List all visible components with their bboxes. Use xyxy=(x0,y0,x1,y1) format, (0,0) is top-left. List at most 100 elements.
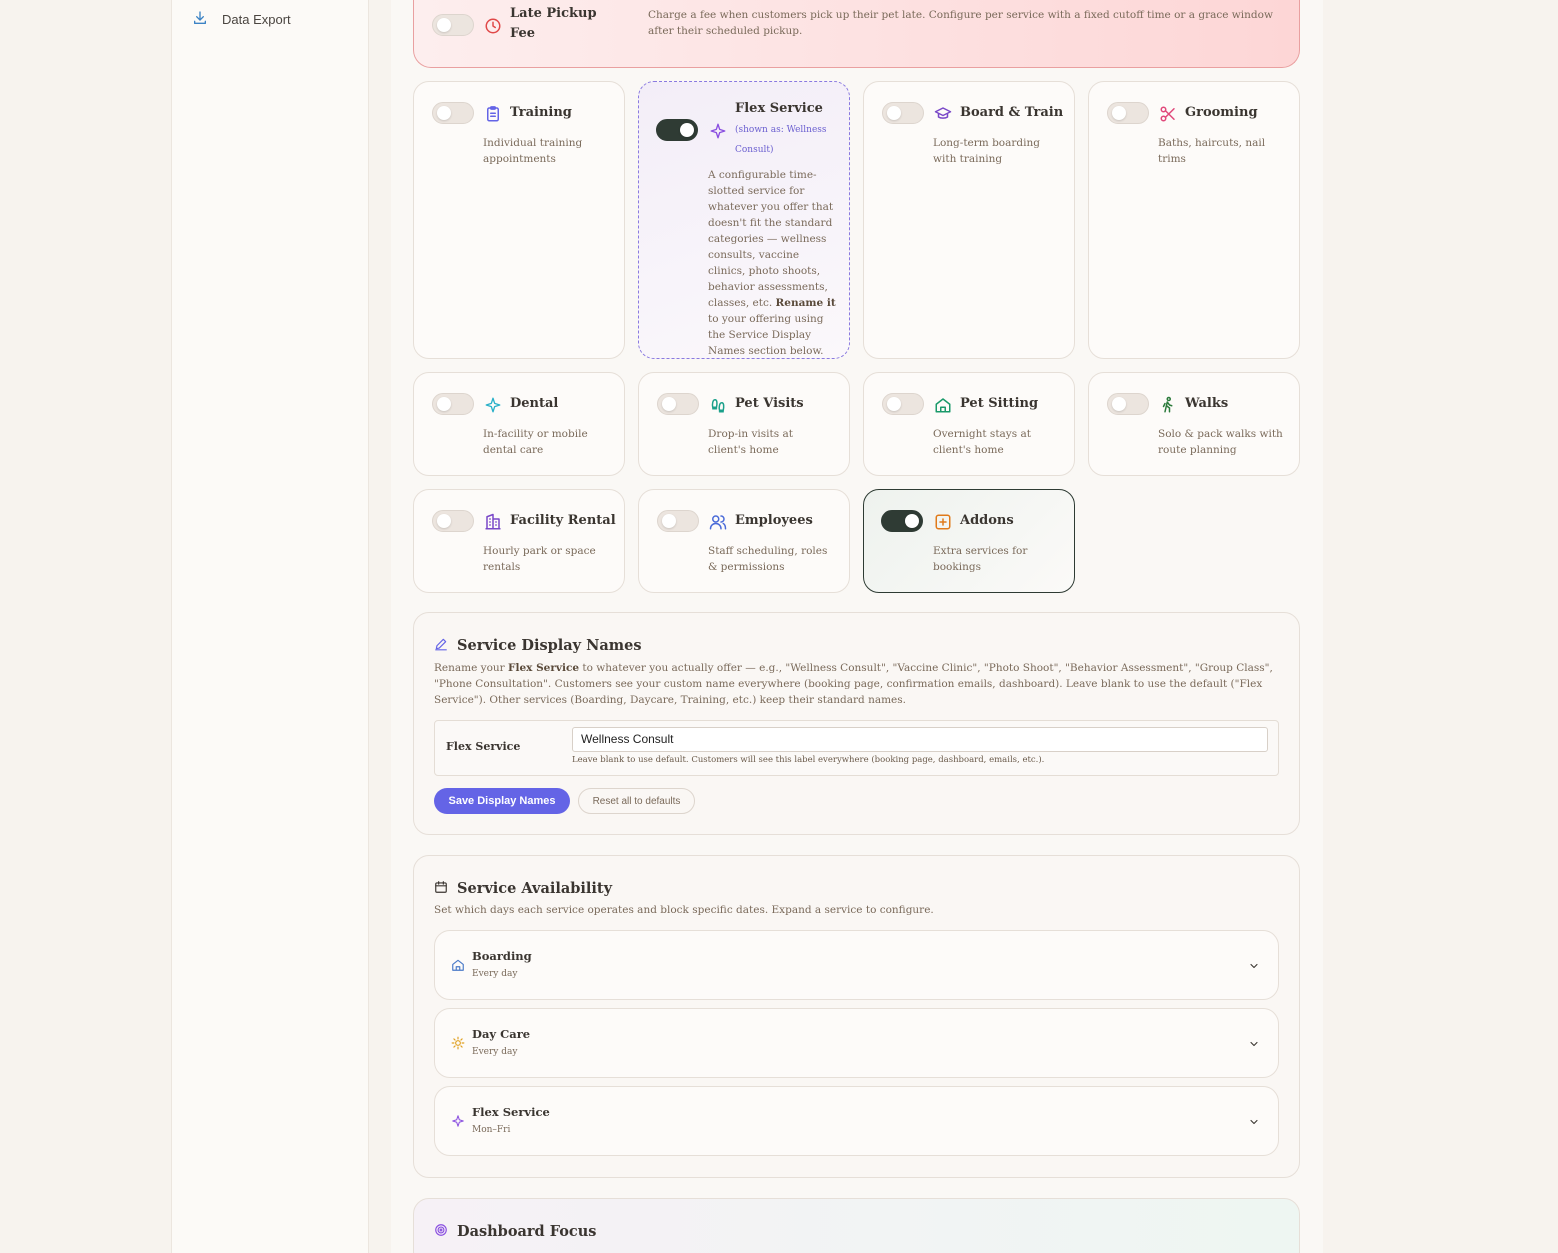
dashboard-focus-header: Dashboard Focus xyxy=(434,1222,596,1241)
service-display-names-intro: Rename your Flex Service to whatever you… xyxy=(434,662,1273,706)
service-availability-title: Service Availability xyxy=(457,880,613,897)
sun-icon xyxy=(451,1036,465,1050)
availability-row-day-care[interactable]: Day Care Every day xyxy=(434,1008,1279,1078)
service-availability-description: Set which days each service operates and… xyxy=(434,904,934,916)
service-availability-header: Service Availability xyxy=(434,879,612,898)
service-card-employees: Employees Staff scheduling, roles & perm… xyxy=(638,489,850,593)
availability-row-name: Flex Service xyxy=(472,1105,550,1119)
target-icon xyxy=(434,1222,448,1241)
pet-visits-title: Pet Visits xyxy=(735,396,804,411)
board-train-description: Long-term boarding with training xyxy=(933,137,1040,165)
flex-service-name-input[interactable]: Wellness Consult xyxy=(572,727,1268,752)
late-pickup-fee-toggle[interactable] xyxy=(432,14,474,36)
graduation-cap-icon xyxy=(934,105,952,123)
pet-visits-toggle[interactable] xyxy=(657,393,699,415)
training-title: Training xyxy=(510,105,572,120)
chevron-down-icon[interactable] xyxy=(1248,960,1260,972)
clipboard-icon xyxy=(484,105,502,123)
availability-row-schedule: Mon–Fri xyxy=(472,1125,511,1135)
grooming-description: Baths, haircuts, nail trims xyxy=(1158,137,1266,165)
sidebar-item-label: Data Export xyxy=(222,11,291,27)
availability-row-name: Boarding xyxy=(472,949,532,963)
employees-toggle[interactable] xyxy=(657,510,699,532)
late-pickup-fee-card: Late Pickup Fee Charge a fee when custom… xyxy=(413,0,1300,68)
dental-toggle[interactable] xyxy=(432,393,474,415)
training-toggle[interactable] xyxy=(432,102,474,124)
service-card-pet-visits: Pet Visits Drop-in visits at client's ho… xyxy=(638,372,850,476)
home-icon xyxy=(934,396,952,414)
availability-row-name: Day Care xyxy=(472,1027,531,1041)
flex-service-title: Flex Service xyxy=(735,101,823,116)
building-icon xyxy=(484,513,502,531)
board-train-title: Board & Train xyxy=(960,105,1064,120)
service-card-walks: Walks Solo & pack walks with route plann… xyxy=(1088,372,1300,476)
late-pickup-fee-title: Late Pickup Fee xyxy=(510,6,597,41)
facility-rental-title: Facility Rental xyxy=(510,513,616,528)
late-pickup-fee-description: Charge a fee when customers pick up thei… xyxy=(648,9,1273,37)
flex-service-shown-as: (shown as: Wellness Consult) xyxy=(735,125,827,155)
dashboard-focus-section: Dashboard Focus xyxy=(413,1198,1300,1253)
service-display-names-header: Service Display Names xyxy=(434,636,642,655)
grooming-toggle[interactable] xyxy=(1107,102,1149,124)
download-icon xyxy=(192,10,208,29)
availability-row-schedule: Every day xyxy=(472,1047,518,1057)
availability-row-schedule: Every day xyxy=(472,969,518,979)
walks-toggle[interactable] xyxy=(1107,393,1149,415)
flex-service-name-hint: Leave blank to use default. Customers wi… xyxy=(572,755,1045,765)
flex-service-toggle[interactable] xyxy=(656,119,698,141)
flex-service-name-row: Flex Service Wellness Consult Leave blan… xyxy=(434,720,1279,776)
calendar-icon xyxy=(434,879,448,898)
availability-row-boarding[interactable]: Boarding Every day xyxy=(434,930,1279,1000)
facility-rental-description: Hourly park or space rentals xyxy=(483,545,596,573)
sparkle-icon xyxy=(451,1114,465,1128)
dental-title: Dental xyxy=(510,396,559,411)
service-card-training: Training Individual training appointment… xyxy=(413,81,625,359)
walking-person-icon xyxy=(1159,396,1177,414)
service-card-pet-sitting: Pet Sitting Overnight stays at client's … xyxy=(863,372,1075,476)
main-content: Late Pickup Fee Charge a fee when custom… xyxy=(391,0,1323,1253)
sparkle-icon xyxy=(709,122,727,140)
grooming-title: Grooming xyxy=(1185,105,1258,120)
facility-rental-toggle[interactable] xyxy=(432,510,474,532)
addons-title: Addons xyxy=(960,513,1014,528)
walks-title: Walks xyxy=(1185,396,1229,411)
pencil-icon xyxy=(434,636,448,655)
walks-description: Solo & pack walks with route planning xyxy=(1158,428,1283,456)
scissors-icon xyxy=(1159,105,1177,123)
pet-visits-description: Drop-in visits at client's home xyxy=(708,428,793,456)
save-display-names-button[interactable]: Save Display Names xyxy=(434,788,570,814)
service-display-names-section: Service Display Names Rename your Flex S… xyxy=(413,612,1300,835)
employees-description: Staff scheduling, roles & permissions xyxy=(708,545,828,573)
service-card-board-train: Board & Train Long-term boarding with tr… xyxy=(863,81,1075,359)
training-description: Individual training appointments xyxy=(483,137,583,165)
pet-sitting-toggle[interactable] xyxy=(882,393,924,415)
reset-defaults-button[interactable]: Reset all to defaults xyxy=(578,788,695,814)
chevron-down-icon[interactable] xyxy=(1248,1038,1260,1050)
employees-title: Employees xyxy=(735,513,813,528)
service-card-facility-rental: Facility Rental Hourly park or space ren… xyxy=(413,489,625,593)
chevron-down-icon[interactable] xyxy=(1248,1116,1260,1128)
sidebar: Data Export xyxy=(171,0,369,1253)
users-icon xyxy=(709,513,727,531)
plus-square-icon xyxy=(934,513,952,531)
board-train-toggle[interactable] xyxy=(882,102,924,124)
sparkle-icon xyxy=(484,396,502,414)
dental-description: In-facility or mobile dental care xyxy=(483,428,588,456)
flex-service-name-label: Flex Service xyxy=(446,740,521,753)
addons-description: Extra services for bookings xyxy=(933,545,1028,573)
sidebar-item-data-export[interactable]: Data Export xyxy=(192,8,291,30)
footprints-icon xyxy=(709,396,727,414)
service-card-grooming: Grooming Baths, haircuts, nail trims xyxy=(1088,81,1300,359)
service-display-names-title: Service Display Names xyxy=(457,637,642,654)
service-card-dental: Dental In-facility or mobile dental care xyxy=(413,372,625,476)
pet-sitting-description: Overnight stays at client's home xyxy=(933,428,1031,456)
addons-toggle[interactable] xyxy=(881,510,923,532)
service-card-addons: Addons Extra services for bookings xyxy=(863,489,1075,593)
pet-sitting-title: Pet Sitting xyxy=(960,396,1039,411)
flex-service-description: A configurable time-slotted service for … xyxy=(708,169,836,357)
availability-row-flex-service[interactable]: Flex Service Mon–Fri xyxy=(434,1086,1279,1156)
service-availability-section: Service Availability Set which days each… xyxy=(413,855,1300,1178)
dashboard-focus-title: Dashboard Focus xyxy=(457,1223,597,1240)
home-icon xyxy=(451,958,465,972)
service-card-flex: Flex Service (shown as: Wellness Consult… xyxy=(638,81,850,359)
